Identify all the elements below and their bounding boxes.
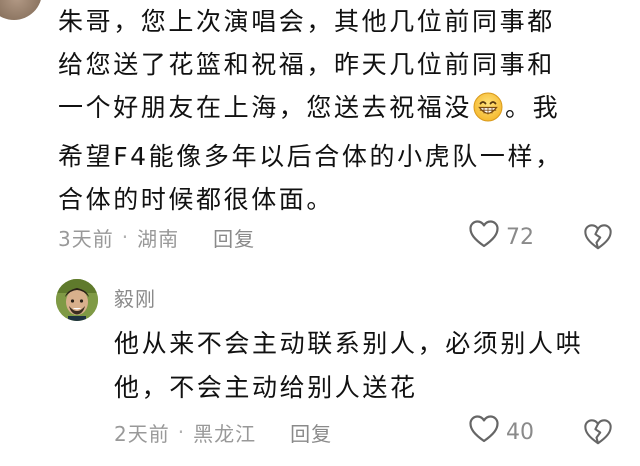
comment-line: 希望F4能像多年以后合体的小虎队一样， [58, 142, 563, 171]
comment-line: 合体的时候都很体面。 [58, 185, 335, 214]
reply-author-avatar[interactable] [56, 279, 98, 321]
comment-meta: 3天前 · 湖南 回复 [58, 220, 255, 254]
broken-heart-icon [584, 419, 612, 445]
reply-author-name[interactable]: 毅刚 [114, 283, 156, 312]
broken-heart-icon [584, 224, 612, 250]
comment-like-count: 72 [506, 224, 534, 250]
reply-time: 2天前 [114, 421, 170, 446]
comment-body: 朱哥，您上次演唱会，其他几位前同事都 给您送了花篮和祝福，昨天几位前同事和 一个… [58, 0, 618, 221]
reply-line: 他，不会主动给别人送花 [114, 373, 418, 402]
comment-time: 3天前 [58, 226, 114, 251]
reply-like-button[interactable]: 40 [468, 415, 534, 449]
reply-line: 他从来不会主动联系别人，必须别人哄 [114, 329, 584, 358]
comment-location: 湖南 [137, 226, 180, 251]
meta-separator: · [121, 225, 130, 249]
meta-separator: · [177, 420, 186, 444]
reply-reply-button[interactable]: 回复 [290, 418, 332, 447]
comment-line-segment: 。我 [505, 93, 561, 122]
reply-dislike-button[interactable] [583, 417, 613, 447]
reply-body: 他从来不会主动联系别人，必须别人哄 他，不会主动给别人送花 [114, 322, 583, 410]
comment-line-segment: 一个好朋友在上海，您送去祝福没 [58, 93, 473, 122]
reply-like-count: 40 [506, 419, 534, 445]
comment-author-avatar[interactable] [0, 0, 42, 20]
grinning-face-emoji-icon [473, 92, 503, 135]
comment-line: 朱哥，您上次演唱会，其他几位前同事都 [58, 7, 555, 36]
heart-icon [468, 219, 500, 255]
comment-like-button[interactable]: 72 [468, 220, 534, 254]
reply-meta: 2天前 · 黑龙江 回复 [114, 415, 332, 449]
comment-dislike-button[interactable] [583, 222, 613, 252]
heart-icon [468, 414, 500, 450]
reply-location: 黑龙江 [193, 421, 257, 446]
comment-line: 一个好朋友在上海，您送去祝福没 。我 [58, 86, 618, 135]
comment-reply-button[interactable]: 回复 [213, 223, 255, 252]
comment-line: 给您送了花篮和祝福，昨天几位前同事和 [58, 50, 555, 79]
